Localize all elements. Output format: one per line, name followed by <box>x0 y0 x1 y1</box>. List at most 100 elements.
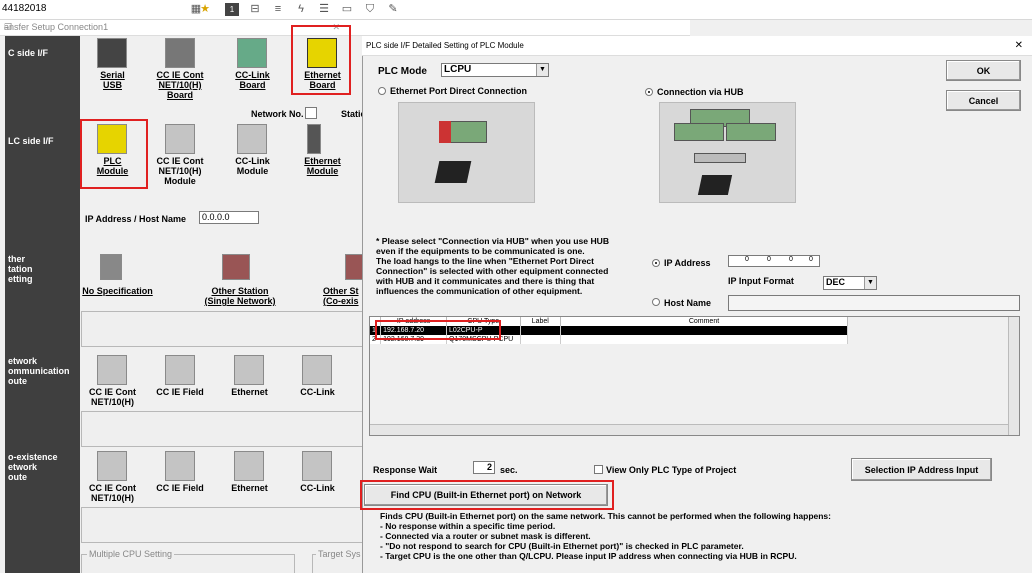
cc-ie-board-label[interactable]: CC IE Cont NET/10(H) Board <box>150 70 210 100</box>
ip-octet-3[interactable]: 0 <box>789 256 793 263</box>
route-cc-ie-field-label[interactable]: CC IE Field <box>150 387 210 397</box>
serial-usb-icon[interactable] <box>97 38 127 68</box>
route-ethernet-label[interactable]: Ethernet <box>222 387 277 397</box>
dialog-title: PLC side I/F Detailed Setting of PLC Mod… <box>366 41 524 50</box>
plc-module-highlight <box>80 119 148 189</box>
tab-icon[interactable]: ⊟ <box>248 3 262 16</box>
no-spec-label[interactable]: No Specification <box>80 286 155 296</box>
lightning-icon[interactable]: ϟ <box>294 3 308 16</box>
ethernet-board-highlight <box>291 25 351 95</box>
coex-ethernet-icon[interactable] <box>234 451 264 481</box>
ethernet-module-label[interactable]: Ethernet Module <box>295 156 350 176</box>
direct-connection-radio[interactable] <box>378 87 386 95</box>
dialog-close-icon[interactable]: ✕ <box>1015 40 1023 51</box>
ip-octet-4[interactable]: 0 <box>809 256 813 263</box>
sidebar-coexistence-route: o-existence etwork oute <box>8 452 58 482</box>
other-station-single-icon[interactable] <box>222 254 250 280</box>
ethernet-module-icon[interactable] <box>307 124 321 154</box>
sidebar-other-station: ther tation etting <box>8 254 33 284</box>
other-station-single-label[interactable]: Other Station (Single Network) <box>200 286 280 306</box>
browser-toolbar: 44182018 ▦ ★ 1 ⊟ ≡ ϟ ☰ ▭ ⛉ ✎ <box>0 0 1032 20</box>
plc-rack-icon-2 <box>674 123 724 141</box>
serial-usb-label[interactable]: Serial USB <box>85 70 140 90</box>
menu-icon[interactable]: ☰ <box>317 3 331 16</box>
address-text: 44182018 <box>2 3 47 14</box>
plc-mode-label: PLC Mode <box>378 66 427 77</box>
plc-mode-value: LCPU <box>444 64 472 75</box>
view-only-label[interactable]: View Only PLC Type of Project <box>606 465 736 475</box>
row-comment <box>560 335 849 344</box>
ip-octet-2[interactable]: 0 <box>767 256 771 263</box>
network-no-field[interactable] <box>305 107 317 119</box>
row-comment <box>560 326 849 335</box>
horizontal-scrollbar[interactable] <box>370 424 1008 435</box>
format-value: DEC <box>826 277 846 287</box>
ok-button[interactable]: OK <box>946 60 1021 81</box>
monitor-icon[interactable]: ▭ <box>340 3 354 16</box>
cc-ie-module-label[interactable]: CC IE Cont NET/10(H) Module <box>150 156 210 186</box>
ip-address-field[interactable]: 0 0 0 0 <box>728 255 820 267</box>
route-cc-ie-field-icon[interactable] <box>165 355 195 385</box>
star-icon[interactable]: ★ <box>198 3 212 16</box>
col-label: Label <box>520 317 561 326</box>
coex-ethernet-label[interactable]: Ethernet <box>222 483 277 493</box>
view-only-checkbox[interactable] <box>594 465 603 474</box>
route-cc-ie-cont-icon[interactable] <box>97 355 127 385</box>
cc-link-board-label[interactable]: CC-Link Board <box>225 70 280 90</box>
cc-ie-board-icon[interactable] <box>165 38 195 68</box>
coex-cc-link-label[interactable]: CC-Link <box>290 483 345 493</box>
laptop-icon <box>434 161 472 183</box>
selected-row-highlight <box>375 320 501 340</box>
find-cpu-info: Finds CPU (Built-in Ethernet port) on th… <box>380 511 831 561</box>
vertical-scrollbar[interactable] <box>1008 317 1019 435</box>
search-results-table[interactable]: IP address CPU Type Label Comment 1 192.… <box>369 316 1020 436</box>
coex-cc-ie-field-icon[interactable] <box>165 451 195 481</box>
route-cc-link-icon[interactable] <box>302 355 332 385</box>
find-cpu-highlight <box>360 480 614 510</box>
route-cc-ie-cont-label[interactable]: CC IE Cont NET/10(H) <box>85 387 140 407</box>
coex-cc-ie-cont-icon[interactable] <box>97 451 127 481</box>
route-ethernet-icon[interactable] <box>234 355 264 385</box>
format-select[interactable]: DEC ▼ <box>823 276 877 290</box>
plc-mode-select[interactable]: LCPU ▼ <box>441 63 549 77</box>
host-name-field[interactable] <box>728 295 1020 311</box>
network-route-panel <box>81 411 365 447</box>
coex-route-panel <box>81 507 365 543</box>
ip-host-field[interactable]: 0.0.0.0 <box>199 211 259 224</box>
window-icon[interactable]: 1 <box>225 3 239 16</box>
host-name-label[interactable]: Host Name <box>664 298 711 308</box>
document-icon[interactable]: ≡ <box>271 3 285 16</box>
cpu-unit-icon <box>439 121 451 143</box>
chevron-down-icon[interactable]: ▼ <box>864 277 876 289</box>
dialog-titlebar: PLC side I/F Detailed Setting of PLC Mod… <box>362 36 1032 56</box>
coex-cc-link-icon[interactable] <box>302 451 332 481</box>
route-cc-link-label[interactable]: CC-Link <box>290 387 345 397</box>
ip-address-radio[interactable] <box>652 259 660 267</box>
response-wait-field[interactable]: 2 <box>473 461 495 474</box>
direct-connection-label[interactable]: Ethernet Port Direct Connection <box>390 86 527 96</box>
plc-rack-icon-3 <box>726 123 776 141</box>
hub-connection-label[interactable]: Connection via HUB <box>657 87 744 97</box>
other-station-panel <box>81 311 365 347</box>
ip-octet-1[interactable]: 0 <box>745 256 749 263</box>
coex-cc-ie-field-label[interactable]: CC IE Field <box>150 483 210 493</box>
host-name-radio[interactable] <box>652 298 660 306</box>
pen-icon[interactable]: ✎ <box>386 3 400 16</box>
row-label <box>520 326 561 335</box>
col-comment: Comment <box>560 317 849 326</box>
cc-link-board-icon[interactable] <box>237 38 267 68</box>
multiple-cpu-label: Multiple CPU Setting <box>87 549 175 559</box>
selection-ip-button[interactable]: Selection IP Address Input <box>851 458 992 481</box>
cc-link-module-icon[interactable] <box>237 124 267 154</box>
shield-icon[interactable]: ⛉ <box>363 3 377 16</box>
cancel-button[interactable]: Cancel <box>946 90 1021 111</box>
cc-link-module-label[interactable]: CC-Link Module <box>225 156 280 176</box>
ip-address-label[interactable]: IP Address <box>664 258 711 268</box>
category-sidebar: C side I/F LC side I/F ther tation ettin… <box>5 36 80 573</box>
hub-icon <box>694 153 746 163</box>
hub-connection-radio[interactable] <box>645 88 653 96</box>
chevron-down-icon[interactable]: ▼ <box>536 64 548 76</box>
no-spec-icon[interactable] <box>100 254 122 280</box>
coex-cc-ie-cont-label[interactable]: CC IE Cont NET/10(H) <box>85 483 140 503</box>
cc-ie-module-icon[interactable] <box>165 124 195 154</box>
